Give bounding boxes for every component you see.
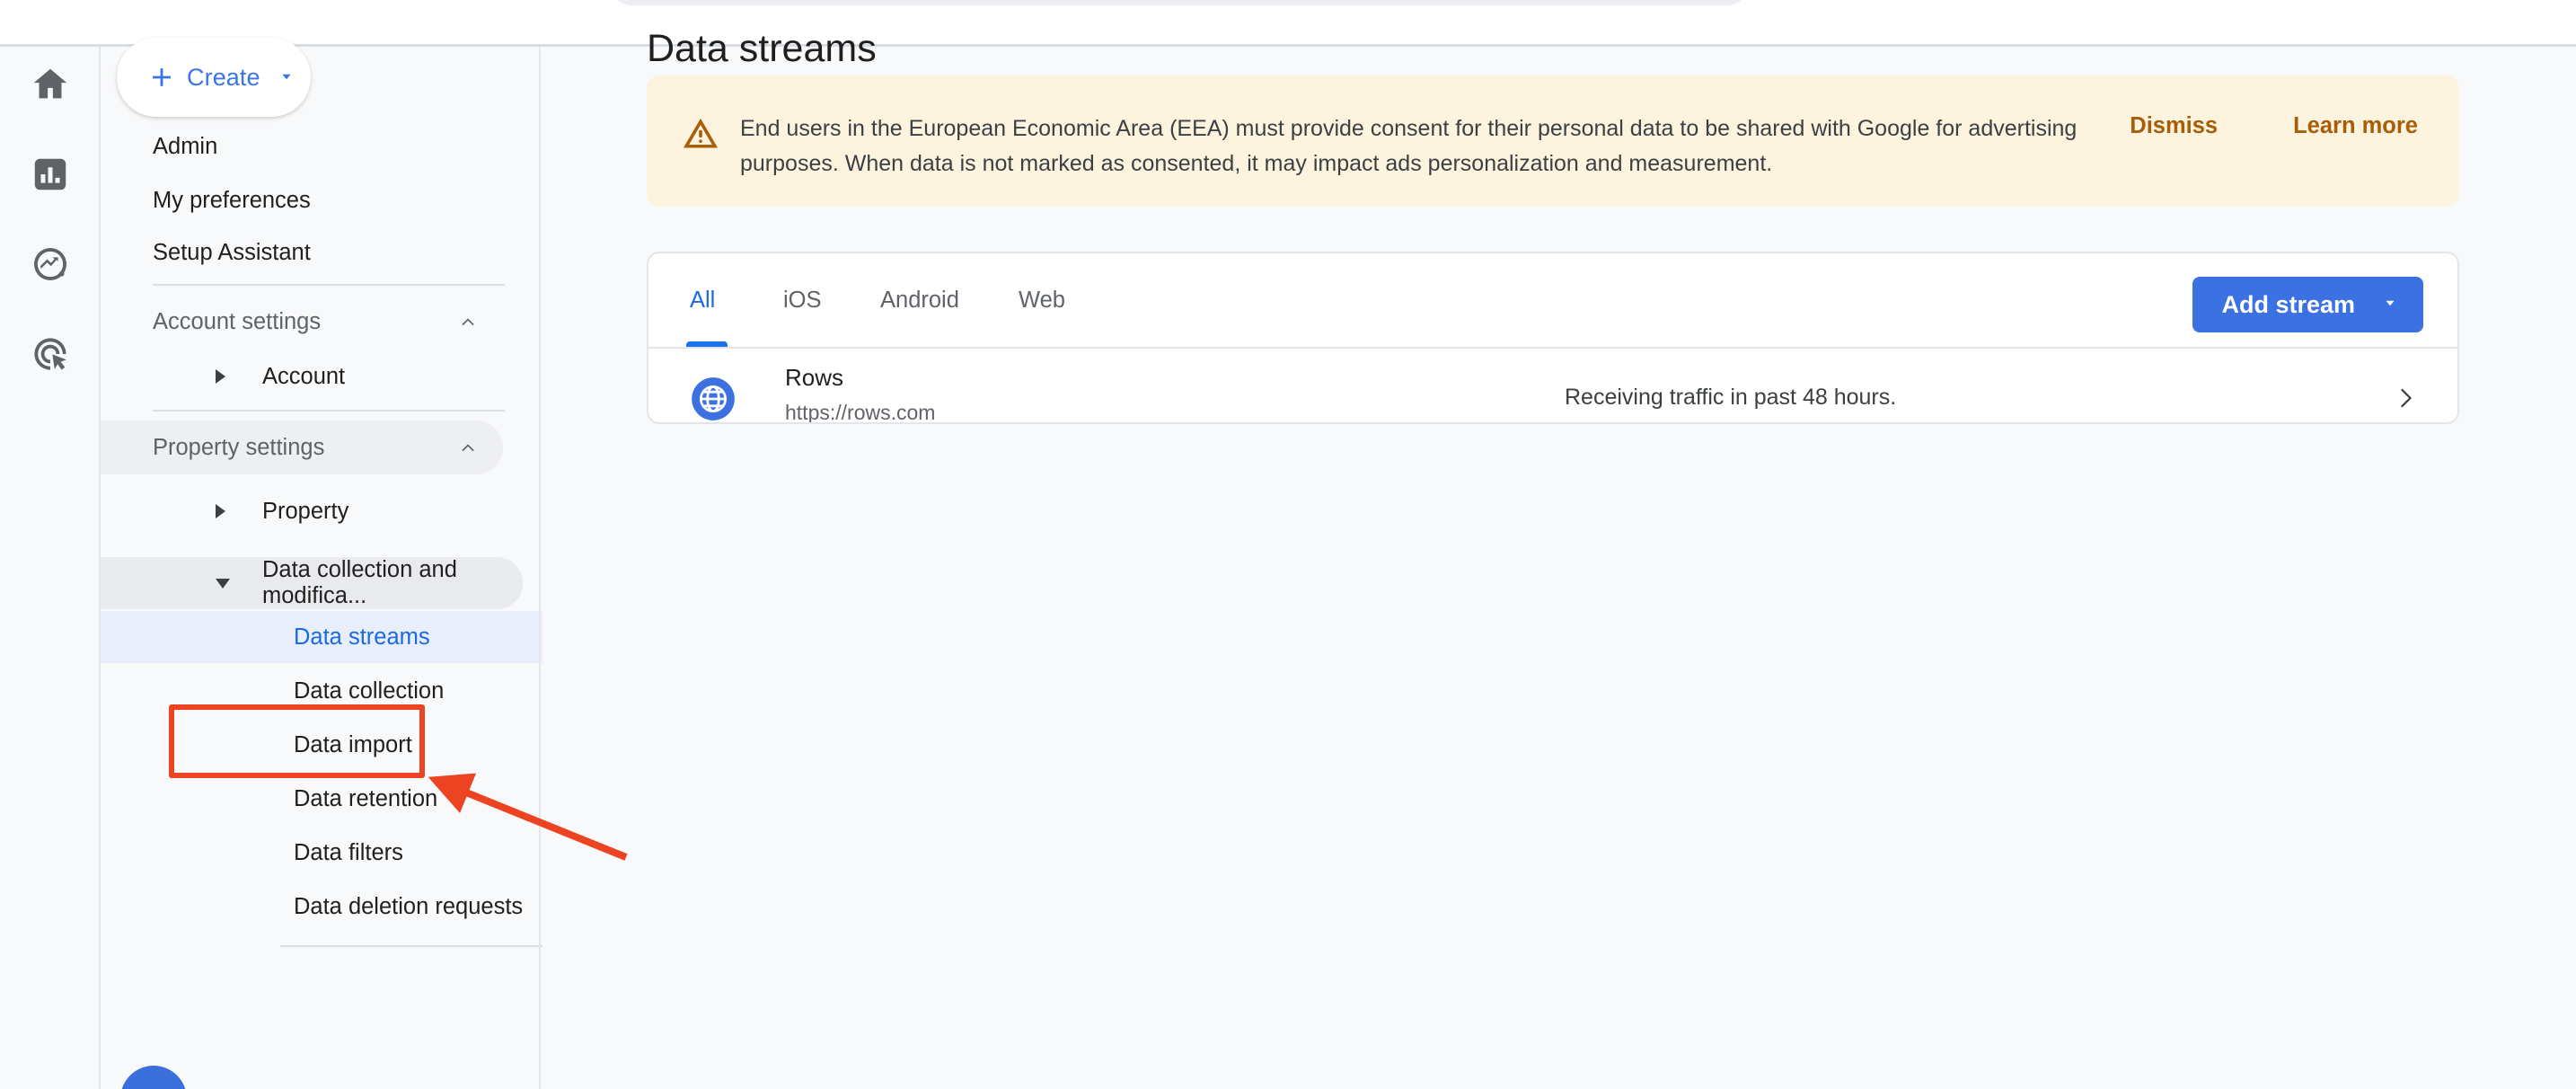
sidebar-item-setup-assistant[interactable]: Setup Assistant [101,226,523,279]
sidebar-divider-1 [153,284,505,286]
dismiss-button[interactable]: Dismiss [2130,113,2218,139]
globe-icon [690,376,737,422]
tab-android[interactable]: Android [880,253,959,347]
sidebar-section-label: Account settings [153,308,322,334]
triangle-down-icon [216,578,230,589]
tab-label: Android [880,287,959,313]
home-icon[interactable] [25,59,75,110]
icon-rail [0,47,99,1089]
sidebar-item-account[interactable]: Account [101,350,523,403]
sidebar-item-label: Setup Assistant [153,239,311,265]
chevron-right-icon[interactable] [2391,383,2422,413]
data-streams-card: All iOS Android Web Add stream Rows http… [647,252,2459,424]
sidebar-item-label: Data filters [294,839,403,865]
sidebar-group-data-collection-and-modification[interactable]: Data collection and modifica... [101,557,523,609]
tab-label: Web [1019,287,1065,313]
warning-triangle-icon [681,113,720,153]
explore-icon[interactable] [25,239,75,289]
main-content: Data streams End users in the European E… [543,27,2576,1089]
stream-url: https://rows.com [785,401,936,424]
tab-ios[interactable]: iOS [783,253,822,347]
banner-actions: Dismiss Learn more [2130,113,2418,139]
table-row[interactable]: Rows https://rows.com Receiving traffic … [648,347,2457,424]
sidebar-section-label: Property settings [153,434,325,460]
stream-filter-tabs: All iOS Android Web Add stream [648,253,2457,347]
consent-warning-banner: End users in the European Economic Area … [647,75,2459,207]
stream-name: Rows [785,364,844,391]
page-body: Create Admin My preferences Setup Assist… [0,27,2576,1089]
create-button-label: Create [187,63,260,91]
help-fab[interactable] [120,1066,187,1089]
sidebar-section-account-settings[interactable]: Account settings [101,295,503,349]
sidebar-item-label: Data streams [294,624,430,650]
sidebar-item-property[interactable]: Property [101,485,523,537]
sidebar-item-label: My preferences [153,187,311,213]
triangle-right-icon [216,504,225,518]
tab-label: iOS [783,287,822,313]
sidebar-item-my-preferences[interactable]: My preferences [101,174,523,226]
sidebar-item-label: Data import [294,731,412,757]
sidebar-item-label: Data collection [294,677,445,704]
global-search-bar[interactable] [609,0,1750,5]
sidebar-item-label: Data retention [294,785,438,811]
chevron-up-icon [456,310,480,333]
sidebar-item-label: Account [262,363,346,389]
app-root: Create Admin My preferences Setup Assist… [0,0,2576,1089]
sidebar-section-property-settings[interactable]: Property settings [101,421,503,474]
add-stream-button[interactable]: Add stream [2192,277,2423,332]
chevron-up-icon [456,436,480,459]
tab-web[interactable]: Web [1019,253,1065,347]
caret-down-icon [277,66,296,89]
tab-all[interactable]: All [690,253,715,347]
banner-message: End users in the European Economic Area … [740,116,2078,176]
tab-label: All [690,287,716,313]
plus-icon [137,62,187,93]
reports-icon[interactable] [25,149,75,199]
triangle-right-icon [216,369,225,384]
sidebar-item-label: Property [262,498,349,524]
add-stream-label: Add stream [2221,290,2355,318]
sidebar-divider-2 [153,410,505,412]
advertising-icon[interactable] [25,329,75,379]
learn-more-link[interactable]: Learn more [2293,113,2418,139]
sidebar-group-label: Data collection and modifica... [262,557,457,608]
stream-status: Receiving traffic in past 48 hours. [1565,385,1897,410]
create-button[interactable]: Create [117,38,311,117]
sidebar: Create Admin My preferences Setup Assist… [101,38,684,1089]
sidebar-right-divider [539,47,541,1089]
top-bar-sliver [0,0,2576,45]
sidebar-item-label: Data deletion requests [294,893,524,919]
page-title: Data streams [647,27,877,70]
sidebar-item-admin[interactable]: Admin [101,120,523,173]
caret-down-icon [2380,291,2400,319]
sidebar-item-label: Admin [153,133,218,159]
